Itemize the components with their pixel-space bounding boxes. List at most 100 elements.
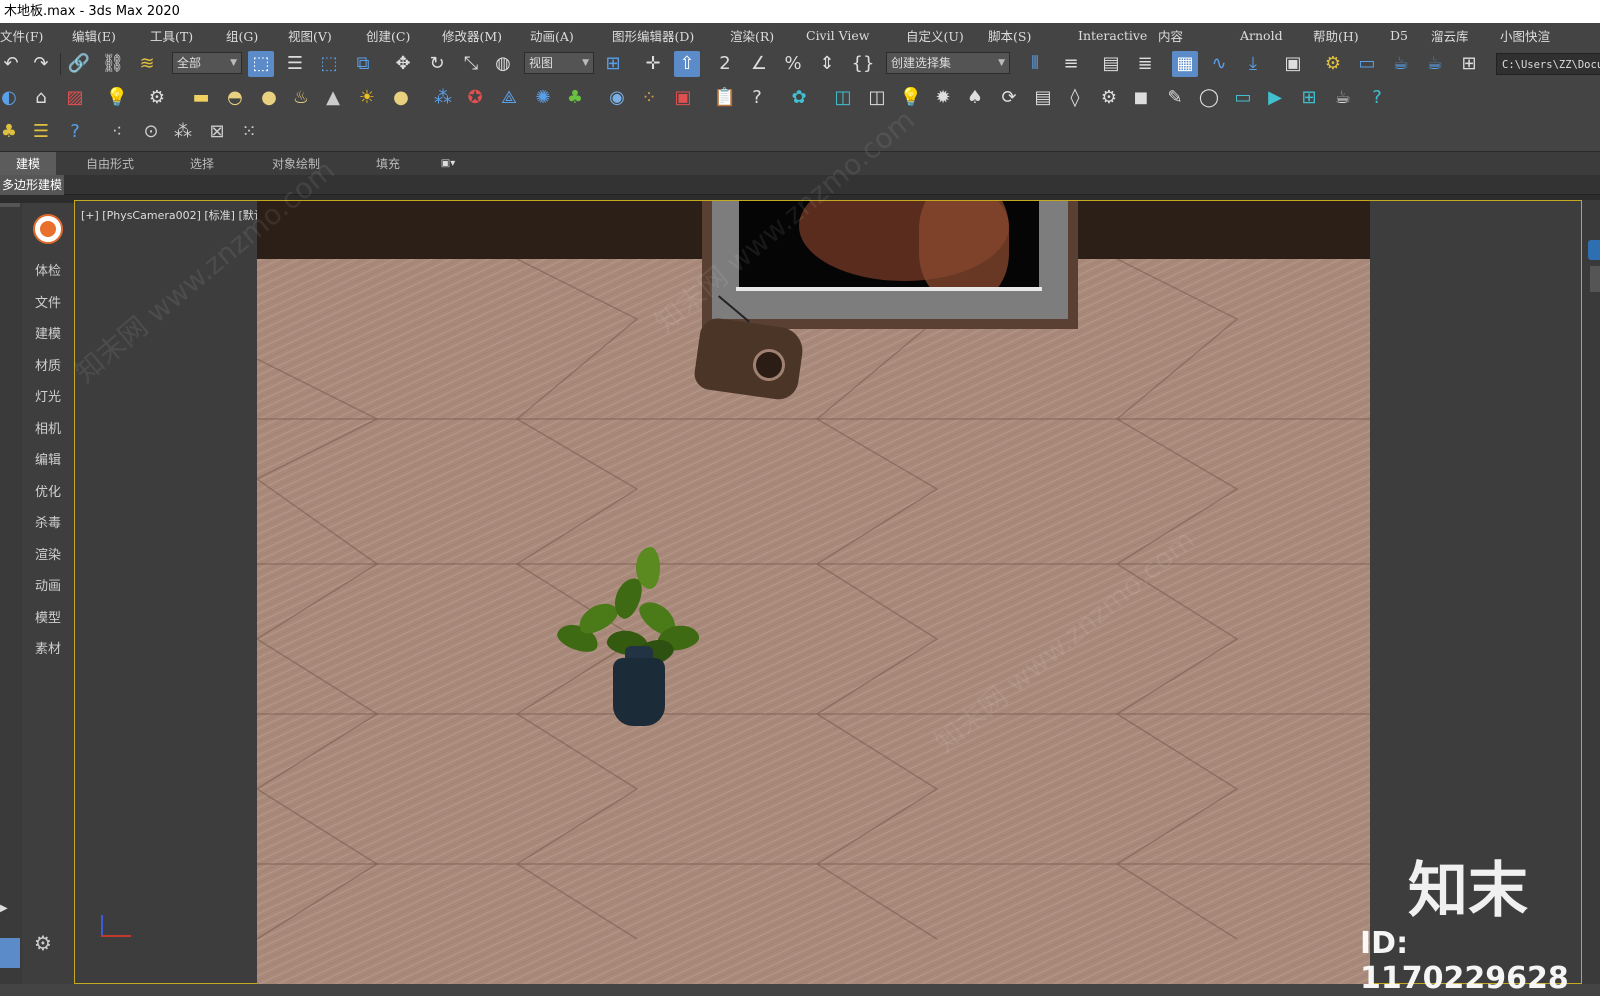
tab-freeform[interactable]: 自由形式 xyxy=(70,152,150,176)
undo-icon[interactable]: ↶ xyxy=(0,51,24,77)
vray-proxy-icon[interactable]: ✺ xyxy=(530,85,556,111)
sidepanel-item-3[interactable]: 材质 xyxy=(22,355,74,374)
film-icon[interactable]: ▶ xyxy=(1262,85,1288,111)
sidepanel-item-4[interactable]: 灯光 xyxy=(22,386,74,405)
vray-plane-icon[interactable]: ⟁ xyxy=(496,85,522,111)
tab-modeling[interactable]: 建模 xyxy=(0,152,56,176)
menu-item-13[interactable]: Interactive xyxy=(1078,28,1147,43)
angle-snap-icon[interactable]: ∠ xyxy=(746,51,772,77)
gear-icon[interactable]: ⚙ xyxy=(1096,85,1122,111)
ribbon-toggle-icon[interactable]: ▦ xyxy=(1172,51,1198,77)
render-iterative-icon[interactable]: ☕ xyxy=(1422,51,1448,77)
cube-icon[interactable]: ◼ xyxy=(1128,85,1154,111)
create-sphere-icon[interactable]: ● xyxy=(256,85,282,111)
particle-icon[interactable]: ⁂ xyxy=(430,85,456,111)
render-production-icon[interactable]: ☕ xyxy=(1388,51,1414,77)
create-shape-icon[interactable]: ⌂ xyxy=(28,85,54,111)
move-icon[interactable]: ✥ xyxy=(390,51,416,77)
menu-item-4[interactable]: 视图(V) xyxy=(288,26,332,45)
multi-material-icon[interactable]: ⁘ xyxy=(636,85,662,111)
material-editor-icon[interactable]: ▣ xyxy=(1280,51,1306,77)
percent-snap-icon[interactable]: % xyxy=(780,51,806,77)
create-plane-icon[interactable]: ▬ xyxy=(188,85,214,111)
render-in-cloud-icon[interactable]: ⊞ xyxy=(1456,51,1482,77)
menu-item-8[interactable]: 图形编辑器(D) xyxy=(612,26,694,45)
mirror-icon[interactable]: ⫴ xyxy=(1022,51,1048,77)
scale-icon[interactable]: ⤡ xyxy=(458,51,484,77)
layer-explorer-icon[interactable]: ≣ xyxy=(1132,51,1158,77)
frame-icon[interactable]: ▭ xyxy=(1230,85,1256,111)
named-selection-dropdown[interactable]: 创建选择集 ▼ xyxy=(886,52,1010,74)
plugin-icon[interactable]: ✿ xyxy=(786,85,812,111)
menu-item-5[interactable]: 创建(C) xyxy=(366,26,410,45)
snap-edge-icon[interactable]: ⊠ xyxy=(204,119,230,145)
render-elements-icon[interactable]: ▣ xyxy=(670,85,696,111)
sidepanel-item-1[interactable]: 文件 xyxy=(22,292,74,311)
create-bowl-icon[interactable]: ♨ xyxy=(288,85,314,111)
menu-item-18[interactable]: 溜云库 xyxy=(1431,26,1469,45)
sidepanel-item-0[interactable]: 体检 xyxy=(22,260,74,279)
menu-item-0[interactable]: 文件(F) xyxy=(0,26,43,45)
sidepanel-item-7[interactable]: 优化 xyxy=(22,481,74,500)
scatter-icon[interactable]: ♣ xyxy=(562,85,588,111)
snap-grid-icon[interactable]: ⁙ xyxy=(236,119,262,145)
menu-item-9[interactable]: 渲染(R) xyxy=(730,26,774,45)
place-icon[interactable]: ◍ xyxy=(490,51,516,77)
menu-item-2[interactable]: 工具(T) xyxy=(150,26,193,45)
create-light-icon[interactable]: 💡 xyxy=(104,85,130,111)
menu-item-16[interactable]: 帮助(H) xyxy=(1313,26,1359,45)
render-setup-icon[interactable]: ⚙ xyxy=(1320,51,1346,77)
camera-viewport[interactable]: [+] [PhysCamera002] [标准] [默认明暗处理] xyxy=(74,200,1582,984)
left-panel-toggle[interactable] xyxy=(0,938,20,968)
spinner-snap-icon[interactable]: ⇕ xyxy=(814,51,840,77)
pivot-center-icon[interactable]: ⊞ xyxy=(600,51,626,77)
dome-light-icon[interactable]: ● xyxy=(388,85,414,111)
radio-model[interactable] xyxy=(692,295,806,402)
polygon-modeling-label[interactable]: 多边形建模 xyxy=(0,175,65,195)
bulb-outline-icon[interactable]: ◯ xyxy=(1196,85,1222,111)
window-crossing-icon[interactable]: ⧉ xyxy=(350,51,376,77)
bookmark-icon[interactable]: ◊ xyxy=(1062,85,1088,111)
create-geometry-icon[interactable]: ◐ xyxy=(0,85,22,111)
rendered-scene[interactable] xyxy=(257,201,1370,984)
sun-light-icon[interactable]: ☀ xyxy=(354,85,380,111)
rotate-icon[interactable]: ↻ xyxy=(424,51,450,77)
redo-icon[interactable]: ↷ xyxy=(28,51,54,77)
menu-list-icon[interactable]: ☰ xyxy=(28,119,54,145)
selection-filter-dropdown[interactable]: 全部 ▼ xyxy=(172,52,242,74)
snap-vertex-icon[interactable]: ⁖ xyxy=(104,119,130,145)
potted-plant-model[interactable] xyxy=(537,546,717,731)
camera-tools-icon[interactable]: ◫ xyxy=(830,85,856,111)
bind-spacewarp-icon[interactable]: ≋ xyxy=(134,51,160,77)
teapot-icon[interactable]: ☕ xyxy=(1330,85,1356,111)
menu-item-14[interactable]: 内容 xyxy=(1158,26,1183,45)
menu-item-3[interactable]: 组(G) xyxy=(226,26,258,45)
sun-settings-icon[interactable]: ✹ xyxy=(930,85,956,111)
ribbon-options-icon[interactable]: ▣▾ xyxy=(432,152,464,176)
paint-icon[interactable]: ✎ xyxy=(1162,85,1188,111)
collapse-arrow-icon[interactable]: ▶ xyxy=(0,903,12,921)
tree-icon[interactable]: ♠ xyxy=(962,85,988,111)
menu-item-7[interactable]: 动画(A) xyxy=(530,26,574,45)
create-helper-icon[interactable]: ⚙ xyxy=(144,85,170,111)
select-object-icon[interactable]: ⬚ xyxy=(248,51,274,77)
snap-pivot-icon[interactable]: ⁂ xyxy=(170,119,196,145)
sidepanel-item-8[interactable]: 杀毒 xyxy=(22,512,74,531)
menu-item-6[interactable]: 修改器(M) xyxy=(442,26,502,45)
keyboard-shortcut-override-icon[interactable]: ⇧ xyxy=(674,51,700,77)
menu-item-12[interactable]: 脚本(S) xyxy=(988,26,1031,45)
help-icon[interactable]: ? xyxy=(62,119,88,145)
vray-fur-icon[interactable]: ✪ xyxy=(462,85,488,111)
menu-item-19[interactable]: 小图快渲 xyxy=(1500,26,1550,45)
sidepanel-item-10[interactable]: 动画 xyxy=(22,575,74,594)
help-circle-icon[interactable]: ? xyxy=(744,85,770,111)
align-icon[interactable]: ≡ xyxy=(1058,51,1084,77)
create-cone-icon[interactable]: ▲ xyxy=(320,85,346,111)
tree-scatter-icon[interactable]: ♣ xyxy=(0,119,22,145)
tab-selection[interactable]: 选择 xyxy=(170,152,234,176)
refresh-icon[interactable]: ⟳ xyxy=(996,85,1022,111)
clipboard-icon[interactable]: 📋 xyxy=(712,85,738,111)
rect-selection-region-icon[interactable]: ⬚ xyxy=(316,51,342,77)
sidepanel-item-5[interactable]: 相机 xyxy=(22,418,74,437)
menu-item-15[interactable]: Arnold xyxy=(1240,28,1283,43)
